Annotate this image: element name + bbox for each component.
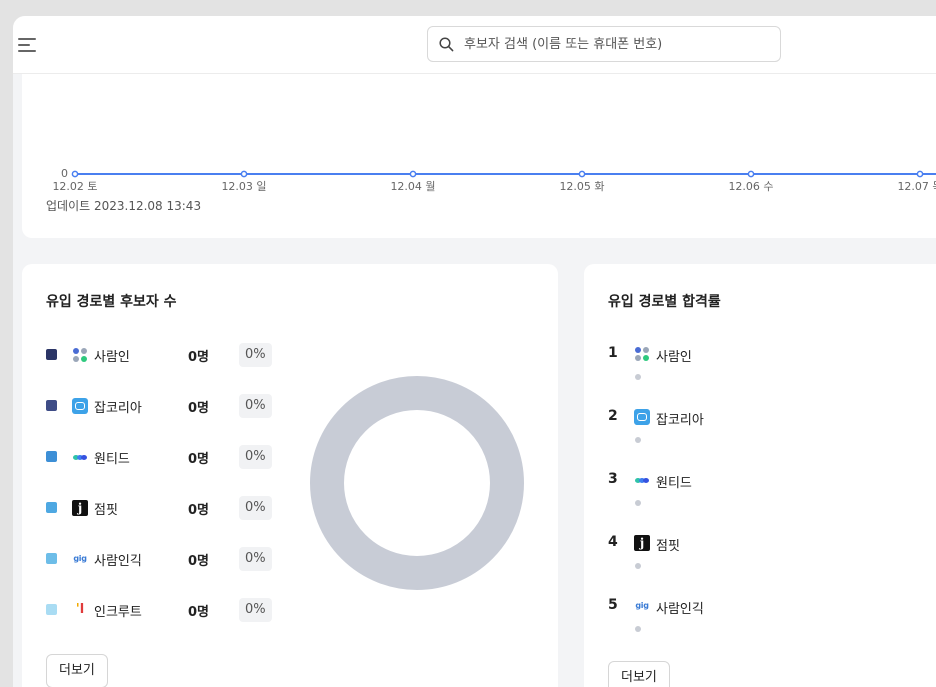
source-name: 사람인 bbox=[656, 350, 692, 365]
source-pass-rate-card: 유입 경로별 합격률 1 사람인 2 잡코리아 3 원티드 4 j 점핏 5 g… bbox=[584, 264, 936, 687]
rank-row: 4 j 점핏 bbox=[608, 534, 908, 574]
incruit-logo: 'l bbox=[75, 602, 85, 617]
x-axis-tick-label: 12.02 토 bbox=[52, 180, 97, 193]
y-axis-zero-label: 0 bbox=[61, 167, 68, 180]
candidate-count: 0명 bbox=[188, 605, 210, 620]
saramin-gig-logo: gig bbox=[635, 601, 649, 610]
wanted-logo bbox=[72, 449, 88, 465]
source-name: 사람인긱 bbox=[656, 602, 704, 617]
trend-point[interactable] bbox=[409, 170, 417, 178]
rank-row: 5 gig 사람인긱 bbox=[608, 597, 908, 637]
candidate-count: 0명 bbox=[188, 554, 210, 569]
trend-chart: 0 12.02 토 12.03 일 12.04 월 12.05 화 12.06 수 12.… bbox=[52, 167, 936, 193]
rank-row: 2 잡코리아 bbox=[608, 408, 908, 448]
legend-swatch bbox=[46, 349, 57, 360]
rate-dot bbox=[635, 563, 641, 569]
x-axis-tick-label: 12.05 화 bbox=[559, 180, 604, 193]
candidate-count: 0명 bbox=[188, 401, 210, 416]
source-candidates-card: 유입 경로별 후보자 수 사람인 0명 0% 잡코리아 0명 0% 원티드 0명 bbox=[22, 264, 558, 687]
trend-point[interactable] bbox=[240, 170, 248, 178]
rank-number: 2 bbox=[608, 408, 618, 424]
percent-badge: 0% bbox=[239, 343, 272, 367]
source-name: 사람인긱 bbox=[94, 554, 142, 569]
x-axis-tick-label: 12.04 월 bbox=[390, 180, 435, 193]
trend-point[interactable] bbox=[747, 170, 755, 178]
rank-number: 1 bbox=[608, 345, 618, 361]
daily-trend-card: 0 12.02 토 12.03 일 12.04 월 12.05 화 12.06 수 12.… bbox=[22, 74, 936, 238]
jobkorea-logo bbox=[634, 409, 650, 425]
legend-swatch bbox=[46, 400, 57, 411]
candidate-count: 0명 bbox=[188, 350, 210, 365]
app-window: 0 12.02 토 12.03 일 12.04 월 12.05 화 12.06 수 12.… bbox=[13, 16, 936, 687]
rank-number: 5 bbox=[608, 597, 618, 613]
source-donut-chart bbox=[310, 376, 524, 590]
search-icon bbox=[439, 37, 454, 52]
percent-badge: 0% bbox=[239, 394, 272, 418]
source-name: 인크루트 bbox=[94, 605, 142, 620]
search-input[interactable] bbox=[464, 27, 774, 61]
source-name: 잡코리아 bbox=[656, 413, 704, 428]
source-name: 원티드 bbox=[656, 476, 692, 491]
wanted-logo bbox=[634, 472, 650, 488]
jobkorea-logo bbox=[72, 398, 88, 414]
source-row: 잡코리아 0명 0% bbox=[46, 394, 306, 418]
pass-rate-more-button[interactable]: 더보기 bbox=[608, 661, 670, 687]
x-axis-tick-label: 12.06 수 bbox=[728, 180, 773, 193]
percent-badge: 0% bbox=[239, 445, 272, 469]
source-row: gig 사람인긱 0명 0% bbox=[46, 547, 306, 571]
source-name: 사람인 bbox=[94, 350, 130, 365]
source-row: 원티드 0명 0% bbox=[46, 445, 306, 469]
rate-dot bbox=[635, 626, 641, 632]
rate-dot bbox=[635, 500, 641, 506]
top-bar bbox=[13, 16, 936, 74]
source-row: 사람인 0명 0% bbox=[46, 343, 306, 367]
x-axis-tick-label: 12.03 일 bbox=[221, 179, 266, 193]
card-title: 유입 경로별 후보자 수 bbox=[46, 294, 177, 310]
saramin-gig-logo: gig bbox=[73, 554, 87, 563]
hamburger-menu-icon[interactable] bbox=[18, 35, 38, 55]
percent-badge: 0% bbox=[239, 547, 272, 571]
candidate-count: 0명 bbox=[188, 452, 210, 467]
trend-point[interactable] bbox=[71, 170, 79, 178]
rank-number: 4 bbox=[608, 534, 618, 550]
candidate-count: 0명 bbox=[188, 503, 210, 518]
rank-row: 1 사람인 bbox=[608, 345, 908, 385]
trend-point[interactable] bbox=[916, 170, 924, 178]
legend-swatch bbox=[46, 604, 57, 615]
legend-swatch bbox=[46, 451, 57, 462]
jumpit-logo: j bbox=[72, 500, 88, 516]
candidate-search-box[interactable] bbox=[427, 26, 781, 62]
source-more-button[interactable]: 더보기 bbox=[46, 654, 108, 687]
rate-dot bbox=[635, 374, 641, 380]
source-name: 점핏 bbox=[94, 503, 118, 518]
rank-number: 3 bbox=[608, 471, 618, 487]
source-name: 점핏 bbox=[656, 539, 680, 554]
source-name: 원티드 bbox=[94, 452, 130, 467]
updated-timestamp: 업데이트 2023.12.08 13:43 bbox=[46, 199, 202, 213]
trend-point[interactable] bbox=[578, 170, 586, 178]
percent-badge: 0% bbox=[239, 598, 272, 622]
percent-badge: 0% bbox=[239, 496, 272, 520]
rank-row: 3 원티드 bbox=[608, 471, 908, 511]
source-name: 잡코리아 bbox=[94, 401, 142, 416]
rate-dot bbox=[635, 437, 641, 443]
card-title: 유입 경로별 합격률 bbox=[608, 294, 721, 310]
legend-swatch bbox=[46, 502, 57, 513]
x-axis-tick-label: 12.07 목 bbox=[897, 180, 936, 193]
donut-ring-empty bbox=[310, 376, 524, 590]
jumpit-logo: j bbox=[634, 535, 650, 551]
source-row: j 점핏 0명 0% bbox=[46, 496, 306, 520]
source-row: 'l 인크루트 0명 0% bbox=[46, 598, 306, 622]
legend-swatch bbox=[46, 553, 57, 564]
